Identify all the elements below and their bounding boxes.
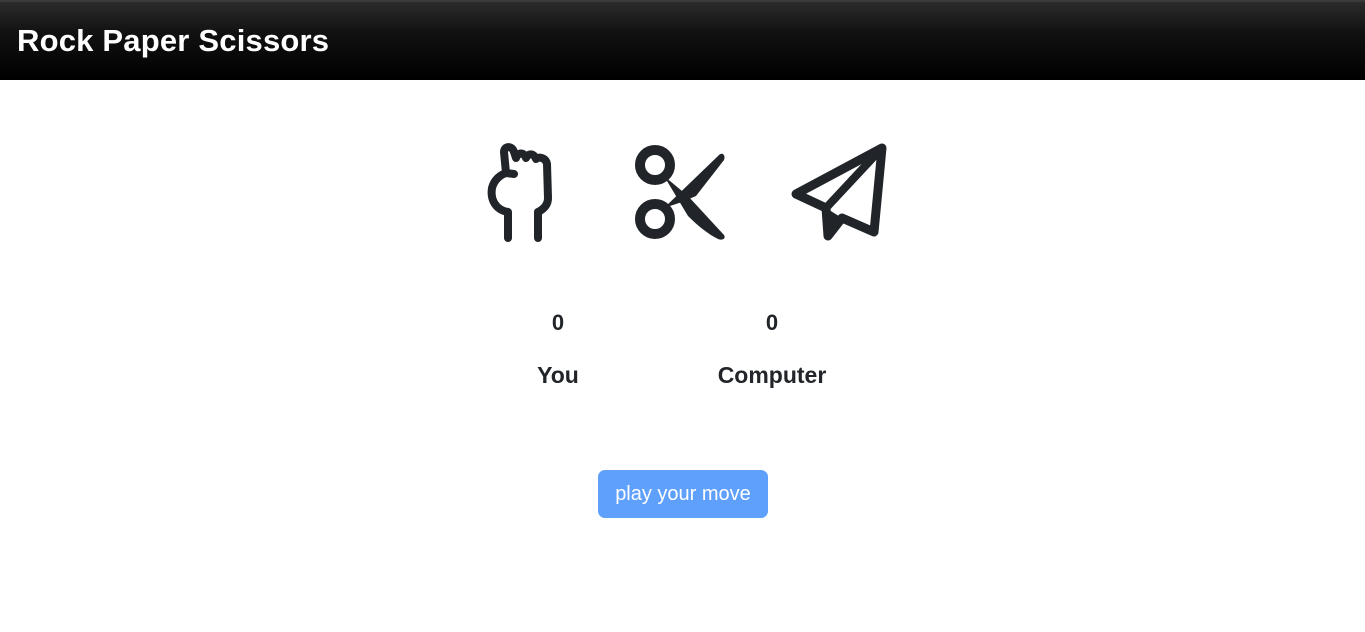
player-score-label: You: [537, 362, 579, 388]
scissors-icon: [635, 145, 725, 240]
player-score-value: 0: [551, 310, 565, 335]
player-score: 0 You: [458, 308, 658, 390]
hand-fist-icon: [487, 143, 552, 242]
play-move-button[interactable]: play your move: [598, 470, 768, 518]
rock-move-option[interactable]: [467, 140, 577, 245]
paper-move-option[interactable]: [783, 140, 893, 245]
navbar: Rock Paper Scissors: [0, 0, 1365, 80]
scissors-move-option[interactable]: [621, 140, 731, 245]
computer-score-label: Computer: [717, 362, 827, 388]
paper-plane-icon: [791, 143, 886, 241]
move-options: [0, 140, 1365, 245]
navbar-brand[interactable]: Rock Paper Scissors: [17, 23, 329, 59]
computer-score: 0 Computer: [672, 308, 872, 390]
computer-score-value: 0: [765, 310, 779, 335]
